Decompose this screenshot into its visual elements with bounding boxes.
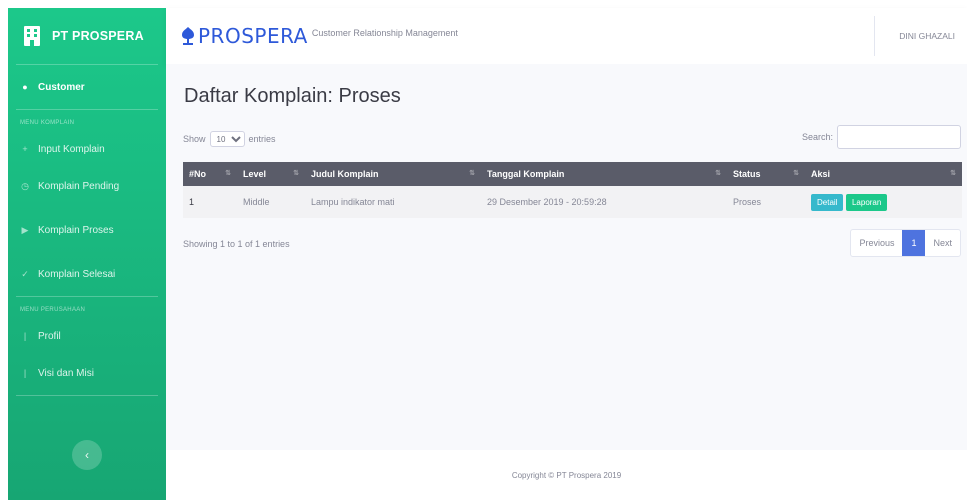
cell-judul: Lampu indikator mati xyxy=(311,197,395,207)
cell-actions: Detail Laporan xyxy=(805,186,962,218)
clock-icon: ◷ xyxy=(21,180,29,191)
table-header-row: #No ⇅ Level ⇅ Judul Komplain ⇅ Tanggal Komp… xyxy=(183,162,962,186)
sidebar-item-label: Input Komplain xyxy=(38,143,105,155)
chevron-left-icon: ‹ xyxy=(85,448,89,462)
pagination-previous[interactable]: Previous xyxy=(851,230,902,256)
sidebar-item-komplain-proses[interactable]: ▶ Komplain Proses xyxy=(8,208,166,252)
info-icon: | xyxy=(23,331,27,341)
check-icon: ✓ xyxy=(21,268,29,279)
sidebar-divider xyxy=(16,296,158,297)
search-input[interactable] xyxy=(837,125,961,149)
table-info: Showing 1 to 1 of 1 entries xyxy=(183,239,290,249)
sidebar-divider xyxy=(16,395,158,396)
sidebar: PT PROSPERA ● Customer MENU KOMPLAIN + I… xyxy=(8,8,166,500)
column-header-no[interactable]: #No ⇅ xyxy=(183,162,237,186)
plus-icon: + xyxy=(22,144,28,154)
header-label: Status xyxy=(733,169,761,179)
logo-text: PROSPERA xyxy=(198,24,308,48)
table-search: Search: xyxy=(802,125,961,149)
search-label: Search: xyxy=(801,132,833,142)
header-label: Judul Komplain xyxy=(311,169,379,179)
entries-length: Show 10 entries xyxy=(183,131,276,147)
play-icon: ▶ xyxy=(21,224,29,235)
page-title: Daftar Komplain: Proses xyxy=(184,85,401,107)
header-label: Level xyxy=(243,169,267,179)
building-icon xyxy=(24,26,40,46)
logo[interactable]: PROSPERA Customer Relationship Managemen… xyxy=(180,24,458,48)
sidebar-item-visi-misi[interactable]: | Visi dan Misi xyxy=(8,351,166,395)
logo-leaf-icon xyxy=(182,27,194,45)
app-subtitle: Customer Relationship Management xyxy=(311,28,458,38)
sidebar-heading-complaint: MENU KOMPLAIN xyxy=(20,120,75,126)
cell-status: Proses xyxy=(733,197,762,207)
topbar: PROSPERA Customer Relationship Managemen… xyxy=(166,8,967,64)
sort-icon: ⇅ xyxy=(469,170,475,177)
cell-tanggal: 29 Desember 2019 - 20:59:28 xyxy=(487,197,607,207)
pagination-page-1[interactable]: 1 xyxy=(902,230,926,256)
sort-icon: ⇅ xyxy=(293,170,299,177)
cell-no: 1 xyxy=(189,197,195,207)
user-menu[interactable]: DINI GHAZALI xyxy=(874,16,967,56)
sidebar-heading-company: MENU PERUSAHAAN xyxy=(20,307,86,313)
length-suffix: entries xyxy=(248,134,276,144)
sort-icon: ⇅ xyxy=(950,170,956,177)
sidebar-item-komplain-pending[interactable]: ◷ Komplain Pending xyxy=(8,164,166,208)
pagination: Previous 1 Next xyxy=(850,229,961,257)
column-header-aksi[interactable]: Aksi ⇅ xyxy=(805,162,962,186)
users-icon: ● xyxy=(22,82,28,92)
sidebar-item-label: Komplain Selesai xyxy=(38,268,116,280)
sidebar-item-profil[interactable]: | Profil xyxy=(8,321,166,351)
sort-icon: ⇅ xyxy=(715,170,721,177)
sidebar-brand-label: PT PROSPERA xyxy=(52,29,144,43)
header-label: Tanggal Komplain xyxy=(487,169,565,179)
complaint-table: #No ⇅ Level ⇅ Judul Komplain ⇅ Tanggal Komp… xyxy=(183,162,962,218)
column-header-judul[interactable]: Judul Komplain ⇅ xyxy=(305,162,481,186)
main-content: Daftar Komplain: Proses Show 10 entries … xyxy=(166,64,967,450)
sidebar-item-label: Visi dan Misi xyxy=(38,367,94,379)
cell-level: Middle xyxy=(243,197,270,207)
header-label: Aksi xyxy=(811,169,831,179)
info-icon: | xyxy=(23,368,27,378)
sidebar-brand[interactable]: PT PROSPERA xyxy=(8,8,166,64)
sidebar-divider xyxy=(16,109,158,110)
table-row: 1 Middle Lampu indikator mati 29 Desembe… xyxy=(183,186,962,218)
sort-icon: ⇅ xyxy=(793,170,799,177)
sidebar-item-input-komplain[interactable]: + Input Komplain xyxy=(8,134,166,164)
laporan-button[interactable]: Laporan xyxy=(845,193,888,211)
sidebar-toggle-button[interactable]: ‹ xyxy=(72,440,102,470)
sidebar-item-label: Customer xyxy=(38,81,85,93)
sort-icon: ⇅ xyxy=(225,170,231,177)
detail-button[interactable]: Detail xyxy=(811,193,844,211)
sidebar-item-komplain-selesai[interactable]: ✓ Komplain Selesai xyxy=(8,252,166,296)
copyright-text: Copyright © PT Prospera 2019 xyxy=(511,470,622,480)
column-header-level[interactable]: Level ⇅ xyxy=(237,162,305,186)
sidebar-item-label: Komplain Proses xyxy=(38,224,114,236)
pagination-next[interactable]: Next xyxy=(925,230,960,256)
footer: Copyright © PT Prospera 2019 xyxy=(166,450,967,500)
header-label: #No xyxy=(189,169,207,179)
column-header-status[interactable]: Status ⇅ xyxy=(727,162,805,186)
entries-select[interactable]: 10 xyxy=(209,131,245,147)
column-header-tanggal[interactable]: Tanggal Komplain ⇅ xyxy=(481,162,727,186)
sidebar-item-label: Profil xyxy=(38,330,61,342)
sidebar-item-customer[interactable]: ● Customer xyxy=(8,65,166,109)
length-prefix: Show xyxy=(183,134,206,144)
user-name: DINI GHAZALI xyxy=(899,31,955,41)
sidebar-item-label: Komplain Pending xyxy=(38,180,120,192)
